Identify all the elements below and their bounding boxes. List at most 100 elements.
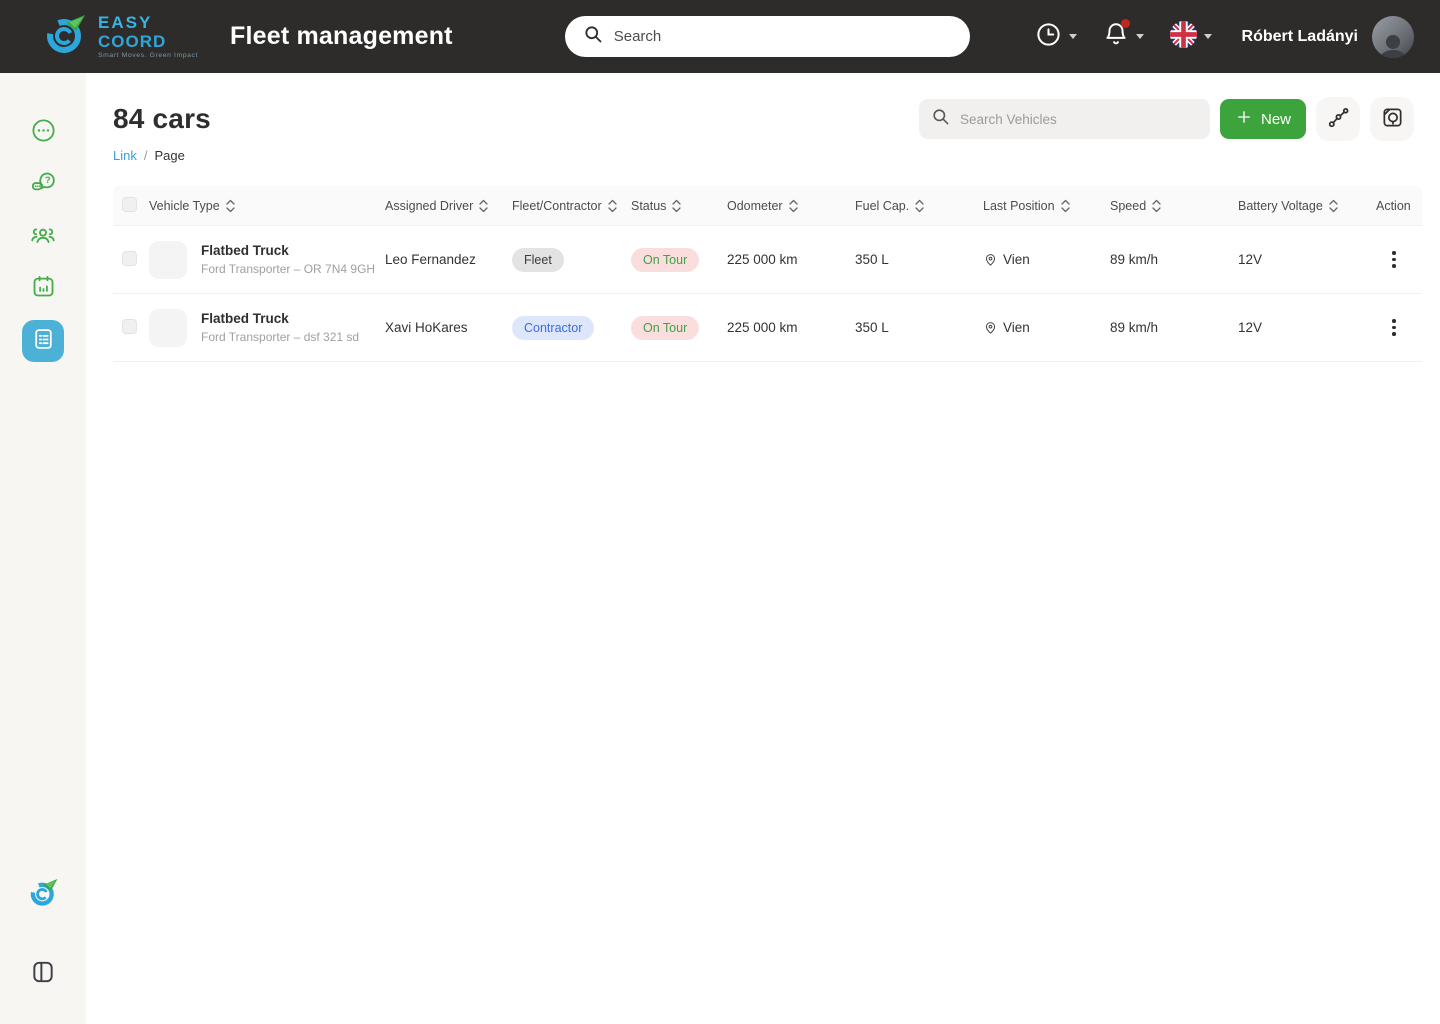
user-name[interactable]: Róbert Ladányi [1242,28,1358,46]
column-header-battery-voltage[interactable]: Battery Voltage [1238,199,1376,213]
calendar-chart-icon [30,273,57,305]
new-vehicle-button[interactable]: New [1220,99,1306,139]
sort-icon [1060,199,1070,212]
chat-question-icon: ? [30,169,57,201]
last-position-cell: Vien [983,320,1110,335]
vehicle-name: Flatbed Truck [201,243,289,258]
breadcrumb: Link / Page [113,148,211,163]
sort-icon [226,199,235,212]
vehicle-thumbnail [149,240,187,279]
sort-icon [672,199,682,212]
map-view-button[interactable] [1370,97,1414,141]
fleet-contractor-badge: Fleet [512,247,564,272]
users-icon [29,221,57,254]
notifications-button[interactable] [1103,19,1144,52]
column-header-status[interactable]: Status [631,199,727,213]
speed-cell: 89 km/h [1110,252,1159,267]
sort-icon [788,199,798,212]
column-header-vehicle-type[interactable]: Vehicle Type [149,199,385,213]
breadcrumb-link[interactable]: Link [113,148,137,163]
battery-voltage-cell: 12V [1238,252,1263,267]
row-actions-menu-icon[interactable] [1382,247,1406,272]
history-menu-button[interactable] [1035,21,1077,53]
clock-icon [1035,21,1062,53]
route-analytics-button[interactable] [1316,97,1360,141]
speed-cell: 89 km/h [1110,320,1159,335]
fleet-contractor-badge: Contractor [512,315,595,340]
chevron-down-icon [1203,34,1212,39]
plus-icon [1235,108,1253,130]
column-header-speed[interactable]: Speed [1110,199,1238,213]
column-header-last-position[interactable]: Last Position [983,199,1110,213]
search-icon [931,107,950,131]
map-view-icon [1381,106,1404,132]
sidebar-item-team[interactable] [22,216,64,258]
svg-text:?: ? [44,175,50,186]
sort-icon [1329,199,1338,212]
global-search-input[interactable] [613,28,964,45]
sidebar-item-more[interactable] [22,112,64,154]
logo-text-line2: COORD [98,31,167,51]
sidebar-item-fleet[interactable] [22,320,64,362]
fuel-cap-cell: 350 L [855,320,889,335]
sidebar-item-support[interactable]: ? [22,164,64,206]
route-icon [1327,106,1350,132]
table-header-row: Vehicle Type Assigned Driver Fleet/Contr… [113,186,1422,226]
sidebar-item-schedule[interactable] [22,268,64,310]
select-all-checkbox[interactable] [122,196,137,212]
chevron-down-icon [1068,34,1077,39]
logo-tagline: Smart Moves. Green Impact [98,51,198,59]
location-pin-icon [985,322,996,334]
column-header-odometer[interactable]: Odometer [727,199,855,213]
notification-dot [1120,19,1130,28]
battery-voltage-cell: 12V [1238,320,1263,335]
column-header-fuel-cap[interactable]: Fuel Cap. [855,199,983,213]
vehicles-table: Vehicle Type Assigned Driver Fleet/Contr… [113,186,1422,362]
search-icon [583,24,603,49]
vehicle-cell: Flatbed Truck Ford Transporter – dsf 321… [149,308,385,347]
logo-text-line1: EASY [98,12,153,32]
row-checkbox[interactable] [122,318,137,334]
app-logo: EASY COORD Smart Moves. Green Impact [40,9,198,64]
sort-icon [479,199,488,212]
driver-cell: Xavi HoKares [385,320,468,335]
column-header-action: Action [1376,198,1411,213]
status-badge: On Tour [631,315,700,340]
column-header-assigned-driver[interactable]: Assigned Driver [385,199,512,213]
language-selector[interactable] [1169,20,1212,53]
row-actions-menu-icon[interactable] [1382,315,1406,340]
table-row: Flatbed Truck Ford Transporter – OR 7N4 … [113,226,1422,294]
sort-icon [607,199,617,212]
logo-mark-icon [40,9,90,64]
avatar[interactable] [1372,15,1414,58]
document-list-icon [31,326,56,356]
location-pin-icon [985,254,996,266]
vehicle-search-input[interactable] [960,111,1198,127]
global-search[interactable] [564,16,970,57]
main-content: 84 cars Link / Page Search Vehicles New … [86,73,1440,362]
new-button-label: New [1260,110,1291,128]
row-checkbox[interactable] [122,250,137,266]
breadcrumb-current: Page [154,148,185,163]
sort-icon [1152,199,1161,212]
table-row: Flatbed Truck Ford Transporter – dsf 321… [113,294,1422,362]
sort-icon [915,199,924,212]
column-header-fleet-contractor[interactable]: Fleet/Contractor [512,199,631,213]
page-title: 84 cars [113,103,211,134]
odometer-cell: 225 000 km [727,252,798,267]
vehicle-name: Flatbed Truck [201,311,289,326]
last-position-cell: Vien [983,252,1110,267]
chevron-down-icon [1135,34,1144,39]
uk-flag-icon [1169,20,1197,53]
vehicle-search[interactable] [919,99,1210,139]
odometer-cell: 225 000 km [727,320,798,335]
sidebar: ? [0,73,86,1024]
driver-cell: Leo Fernandez [385,252,476,267]
app-title: Fleet management [230,22,453,50]
collapse-sidebar-icon[interactable] [30,959,56,990]
vehicle-subtitle: Ford Transporter – OR 7N4 9GH [201,262,376,276]
logo-mark-icon [25,874,61,915]
bell-icon [1103,19,1130,52]
status-badge: On Tour [631,247,700,272]
topbar: EASY COORD Smart Moves. Green Impact Fle… [0,0,1440,73]
